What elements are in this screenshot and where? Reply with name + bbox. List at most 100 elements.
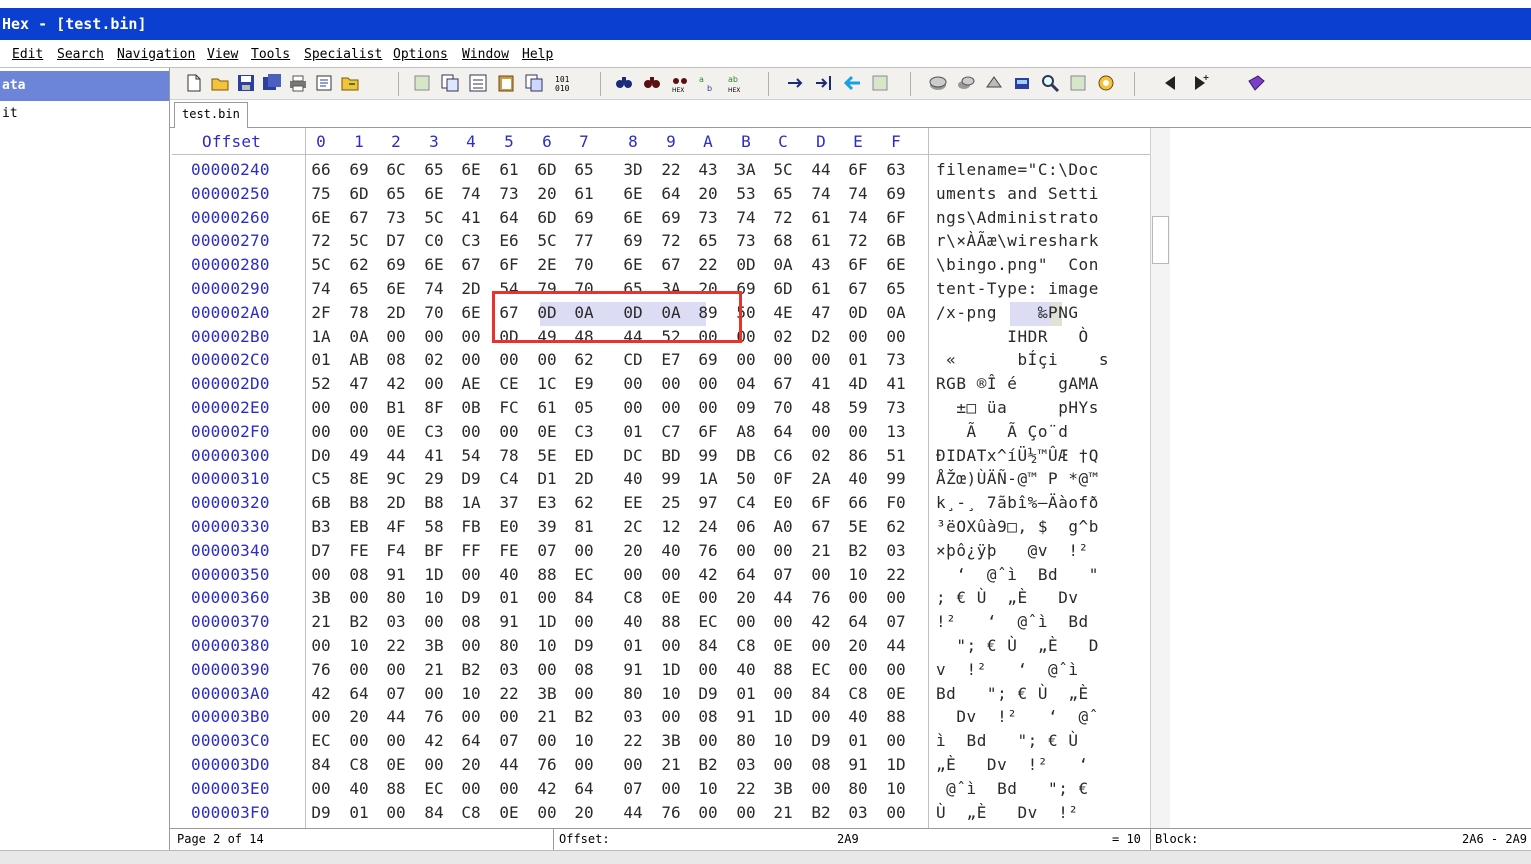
- hex-byte[interactable]: 02: [770, 325, 796, 349]
- hex-byte[interactable]: 00: [383, 658, 409, 682]
- hex-byte[interactable]: 65: [770, 182, 796, 206]
- hex-byte[interactable]: 2C: [620, 515, 646, 539]
- hex-byte[interactable]: 3D: [620, 158, 646, 182]
- hex-byte[interactable]: C5: [308, 467, 334, 491]
- hex-byte[interactable]: 00: [808, 348, 834, 372]
- hex-byte[interactable]: 40: [620, 610, 646, 634]
- hex-byte[interactable]: 67: [658, 253, 684, 277]
- hex-byte[interactable]: 20: [571, 801, 597, 825]
- hex-byte[interactable]: 00: [308, 777, 334, 801]
- hex-byte[interactable]: 64: [658, 182, 684, 206]
- hex-byte[interactable]: B1: [383, 396, 409, 420]
- hex-byte[interactable]: 88: [534, 563, 560, 587]
- hex-byte[interactable]: 00: [534, 658, 560, 682]
- hex-byte[interactable]: 61: [534, 396, 560, 420]
- hex-byte[interactable]: 88: [658, 610, 684, 634]
- hex-byte[interactable]: 84: [695, 634, 721, 658]
- hex-byte[interactable]: 91: [845, 753, 871, 777]
- hex-byte[interactable]: C3: [571, 420, 597, 444]
- hex-byte[interactable]: 69: [346, 158, 372, 182]
- ascii-text[interactable]: uments and Setti: [936, 182, 1099, 206]
- left-arrow-icon[interactable]: [1160, 73, 1180, 93]
- hex-byte[interactable]: 69: [620, 229, 646, 253]
- hex-byte[interactable]: 00: [383, 801, 409, 825]
- hex-byte[interactable]: 10: [421, 586, 447, 610]
- hex-byte[interactable]: 74: [845, 182, 871, 206]
- hex-byte[interactable]: 00: [883, 801, 909, 825]
- hex-byte[interactable]: 61: [571, 182, 597, 206]
- hex-byte[interactable]: 47: [808, 301, 834, 325]
- hex-byte[interactable]: 01: [308, 348, 334, 372]
- hex-byte[interactable]: 91: [383, 563, 409, 587]
- ascii-text[interactable]: Dv !² ‘ @ˆ: [936, 705, 1099, 729]
- hex-byte[interactable]: 00: [308, 420, 334, 444]
- menu-options[interactable]: Options: [393, 47, 448, 62]
- disk-icon[interactable]: [928, 73, 948, 93]
- properties-icon[interactable]: [314, 73, 334, 93]
- hex-byte[interactable]: 0E: [383, 753, 409, 777]
- hex-byte[interactable]: 20: [534, 182, 560, 206]
- hex-byte[interactable]: D0: [308, 444, 334, 468]
- hex-byte[interactable]: 2D: [571, 467, 597, 491]
- hex-byte[interactable]: 81: [571, 515, 597, 539]
- hex-byte[interactable]: 20: [845, 634, 871, 658]
- hex-byte[interactable]: 00: [534, 801, 560, 825]
- hex-byte[interactable]: 84: [421, 801, 447, 825]
- ascii-text[interactable]: "; € Ù „È D: [936, 634, 1099, 658]
- hex-byte[interactable]: 1A: [308, 325, 334, 349]
- hex-byte[interactable]: 48: [808, 396, 834, 420]
- hex-byte[interactable]: 00: [658, 372, 684, 396]
- hex-byte[interactable]: 07: [770, 563, 796, 587]
- hex-byte[interactable]: 6E: [421, 182, 447, 206]
- hex-byte[interactable]: 10: [534, 634, 560, 658]
- hex-byte[interactable]: 44: [770, 586, 796, 610]
- hex-byte[interactable]: 84: [808, 682, 834, 706]
- hex-byte[interactable]: 0E: [770, 634, 796, 658]
- hex-byte[interactable]: 6D: [346, 182, 372, 206]
- hex-byte[interactable]: 9C: [383, 467, 409, 491]
- hex-byte[interactable]: B2: [458, 658, 484, 682]
- hex-byte[interactable]: 80: [845, 777, 871, 801]
- hex-byte[interactable]: 65: [571, 158, 597, 182]
- hex-byte[interactable]: FE: [496, 539, 522, 563]
- hex-byte[interactable]: 00: [421, 682, 447, 706]
- goto-offset-icon[interactable]: [786, 73, 806, 93]
- hex-byte[interactable]: C8: [458, 801, 484, 825]
- hex-byte[interactable]: 74: [308, 277, 334, 301]
- hex-byte[interactable]: 65: [695, 229, 721, 253]
- hex-byte[interactable]: D9: [695, 682, 721, 706]
- hex-byte[interactable]: 63: [883, 158, 909, 182]
- find-next-icon[interactable]: [642, 73, 662, 93]
- hex-byte[interactable]: 6F: [845, 158, 871, 182]
- hex-byte[interactable]: 24: [695, 515, 721, 539]
- hex-byte[interactable]: CD: [620, 348, 646, 372]
- hex-byte[interactable]: 00: [620, 396, 646, 420]
- hex-byte[interactable]: 91: [620, 658, 646, 682]
- hex-byte[interactable]: 20: [695, 182, 721, 206]
- hex-byte[interactable]: E0: [770, 491, 796, 515]
- hex-byte[interactable]: 00: [695, 586, 721, 610]
- hex-byte[interactable]: 00: [770, 682, 796, 706]
- hex-byte[interactable]: 00: [808, 420, 834, 444]
- hex-byte[interactable]: 00: [695, 729, 721, 753]
- hex-byte[interactable]: 5E: [845, 515, 871, 539]
- hex-byte[interactable]: 73: [383, 206, 409, 230]
- hex-byte[interactable]: 07: [883, 610, 909, 634]
- menu-tools[interactable]: Tools: [251, 47, 290, 62]
- hex-byte[interactable]: 00: [421, 610, 447, 634]
- hex-byte[interactable]: 00: [534, 348, 560, 372]
- hex-byte[interactable]: 64: [496, 206, 522, 230]
- hex-byte[interactable]: 88: [770, 658, 796, 682]
- hex-byte[interactable]: A8: [733, 420, 759, 444]
- hex-byte[interactable]: 20: [346, 705, 372, 729]
- hex-byte[interactable]: 69: [695, 348, 721, 372]
- copy-icon[interactable]: [440, 73, 460, 93]
- back-icon[interactable]: [842, 73, 862, 93]
- hex-byte[interactable]: FC: [496, 396, 522, 420]
- hex-byte[interactable]: 76: [534, 753, 560, 777]
- hex-byte[interactable]: 42: [534, 777, 560, 801]
- hex-byte[interactable]: FE: [346, 539, 372, 563]
- hex-byte[interactable]: 01: [620, 634, 646, 658]
- hex-byte[interactable]: 00: [770, 348, 796, 372]
- hash-icon[interactable]: [1068, 73, 1088, 93]
